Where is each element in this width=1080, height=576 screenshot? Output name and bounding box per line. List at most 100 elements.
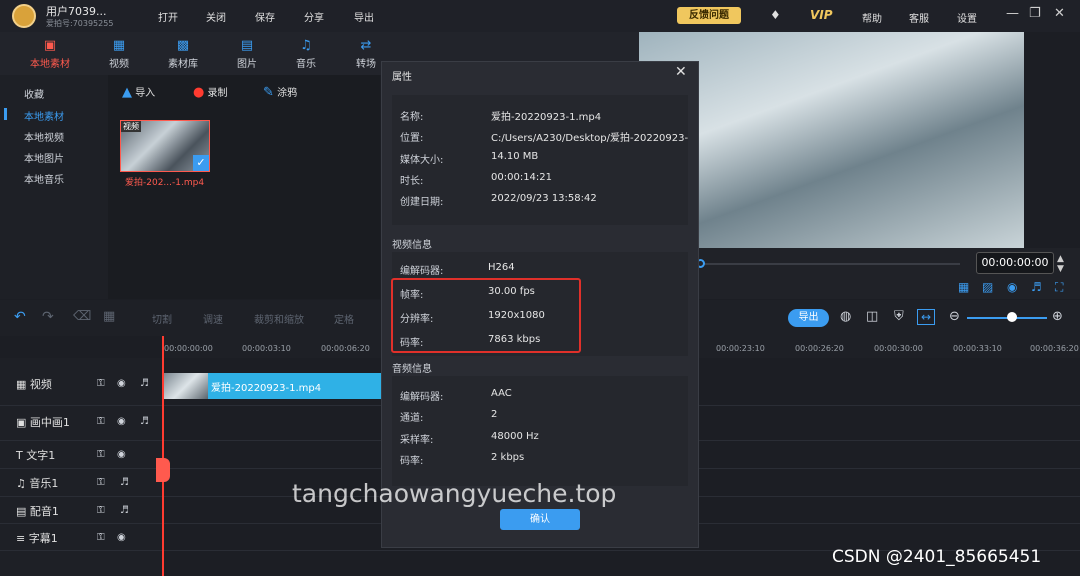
sidebar-item-favorites[interactable]: 收藏 [24, 86, 44, 101]
speaker-icon[interactable]: ♬ [140, 416, 149, 427]
export-button[interactable]: 导出 [788, 309, 829, 327]
music-icon: ♫ [300, 38, 312, 53]
volume-icon[interactable]: ♬ [1031, 280, 1042, 294]
ruler-tick: 00:00:23:10 [716, 344, 765, 353]
snapshot-settings-icon[interactable]: ▨ [982, 280, 993, 294]
speaker-icon[interactable]: ♬ [120, 505, 129, 516]
speaker-icon[interactable]: ♬ [140, 378, 149, 389]
lock-icon[interactable]: ⚿ [97, 477, 105, 488]
close-icon[interactable]: ✕ [1054, 6, 1065, 21]
thumbnail-name: 爱拍-202...-1.mp4 [125, 178, 205, 188]
tab-music[interactable]: ♫ 音乐 [281, 38, 331, 70]
undo-icon[interactable]: ↶ [14, 309, 26, 325]
menu-share[interactable]: 分享 [304, 9, 324, 24]
tab-local-media[interactable]: ▣ 本地素材 [25, 38, 75, 70]
crop-zoom-button[interactable]: 裁剪和缩放 [254, 311, 304, 326]
bell-icon[interactable]: ♦ [770, 8, 781, 22]
freeze-button[interactable]: 定格 [334, 311, 354, 326]
preview-progress-track[interactable] [700, 263, 960, 265]
vip-badge[interactable]: VIP [810, 8, 833, 22]
lock-icon[interactable]: ⚿ [97, 505, 105, 516]
sidebar-item-local-music[interactable]: 本地音乐 [24, 171, 64, 186]
lock-icon[interactable]: ⚿ [97, 532, 105, 543]
layout-icon[interactable]: ▦ [958, 280, 969, 294]
thumbnail-badge: 视频 [121, 121, 141, 132]
csdn-credit: CSDN @2401_85665451 [832, 547, 1042, 567]
confirm-button[interactable]: 确认 [500, 509, 580, 530]
zoom-in-icon[interactable]: ⊕ [1052, 309, 1063, 324]
track-voice: ▤ 配音1 [16, 505, 59, 518]
import-icon: ▲ [122, 85, 132, 100]
prop-label: 名称: [400, 112, 424, 123]
eye-icon[interactable]: ◉ [117, 449, 126, 460]
menu-save[interactable]: 保存 [255, 9, 275, 24]
menu-close[interactable]: 关闭 [206, 9, 226, 24]
help-button[interactable]: 帮助 [862, 10, 882, 25]
eye-icon[interactable]: ◉ [117, 416, 126, 427]
doodle-button[interactable]: ✎ 涂鸦 [263, 84, 297, 100]
ruler-tick: 00:00:33:10 [953, 344, 1002, 353]
restore-icon[interactable]: ❐ [1029, 6, 1041, 21]
track-music: ♫ 音乐1 [16, 477, 59, 490]
close-icon[interactable]: ✕ [675, 64, 687, 80]
avatar[interactable] [12, 4, 36, 28]
record-icon: ● [193, 85, 205, 100]
lock-icon[interactable]: ⚿ [97, 378, 105, 389]
track-text: T 文字1 [16, 449, 56, 462]
speaker-icon[interactable]: ♬ [120, 477, 129, 488]
sidebar-item-local-media[interactable]: 本地素材 [24, 108, 64, 123]
tab-library[interactable]: ▩ 素材库 [158, 38, 208, 70]
service-button[interactable]: 客服 [909, 10, 929, 25]
menu-open[interactable]: 打开 [158, 9, 178, 24]
camera-icon[interactable]: ◉ [1007, 280, 1017, 294]
settings-button[interactable]: 设置 [957, 10, 977, 25]
fullscreen-icon[interactable]: ⛶ [1055, 280, 1063, 295]
menu-export[interactable]: 导出 [354, 9, 374, 24]
redo-icon[interactable]: ↷ [42, 309, 54, 325]
sidebar-item-local-video[interactable]: 本地视频 [24, 129, 64, 144]
prop-label: 码率: [400, 456, 424, 467]
record-button[interactable]: ● 录制 [193, 84, 228, 100]
minimize-icon[interactable]: — [1006, 6, 1019, 21]
track-subtitle: ≡ 字幕1 [16, 532, 58, 545]
eye-icon[interactable]: ◉ [117, 378, 126, 389]
video-info-title: 视频信息 [392, 240, 432, 251]
cut-button[interactable]: 切割 [152, 311, 172, 326]
playhead-handle[interactable] [156, 458, 170, 482]
lock-icon[interactable]: ⚿ [97, 449, 105, 460]
box-icon: ▣ [43, 38, 57, 53]
prop-label: 编解码器: [400, 392, 444, 403]
timecode-stepper-icon[interactable]: ▲ ▼ [1057, 254, 1064, 274]
zoom-slider-handle[interactable] [1007, 312, 1017, 322]
zoom-out-icon[interactable]: ⊖ [949, 309, 960, 324]
prop-label: 通道: [400, 413, 424, 424]
timecode-display[interactable]: 00:00:00:00 [976, 252, 1054, 274]
split-icon[interactable]: ◫ [866, 309, 878, 324]
prop-label: 创建日期: [400, 197, 444, 208]
track-pip: ▣ 画中画1 [16, 416, 70, 429]
sidebar-item-local-image[interactable]: 本地图片 [24, 150, 64, 165]
eye-icon[interactable]: ◉ [117, 532, 126, 543]
prop-value: 2 kbps [491, 452, 525, 463]
shield-icon[interactable]: ⛨ [894, 309, 904, 324]
import-button[interactable]: ▲ 导入 [122, 84, 155, 100]
tab-video[interactable]: ▦ 视频 [94, 38, 144, 70]
ruler-tick: 00:00:30:00 [874, 344, 923, 353]
user-id: 爱拍号:70395255 [46, 19, 114, 28]
speed-button[interactable]: 调速 [203, 311, 223, 326]
feedback-button[interactable]: 反馈问题 [677, 7, 741, 24]
tab-image[interactable]: ▤ 图片 [222, 38, 272, 70]
music-icon: ♫ [16, 477, 26, 490]
watermark-text: tangchaowangyueche.top [292, 479, 617, 508]
film-icon: ▦ [112, 38, 126, 53]
fit-icon[interactable]: ↔ [917, 309, 936, 325]
lock-icon[interactable]: ⚿ [97, 416, 105, 427]
highlight-box [391, 278, 581, 353]
check-icon[interactable]: ✓ [193, 155, 209, 171]
crop-icon[interactable]: ▦ [103, 309, 115, 324]
prop-label: 位置: [400, 133, 424, 144]
playhead[interactable] [162, 336, 164, 576]
palette-icon[interactable]: ◍ [840, 309, 851, 324]
mic-icon: ▤ [16, 505, 27, 518]
delete-icon[interactable]: ⌫ [73, 309, 91, 324]
